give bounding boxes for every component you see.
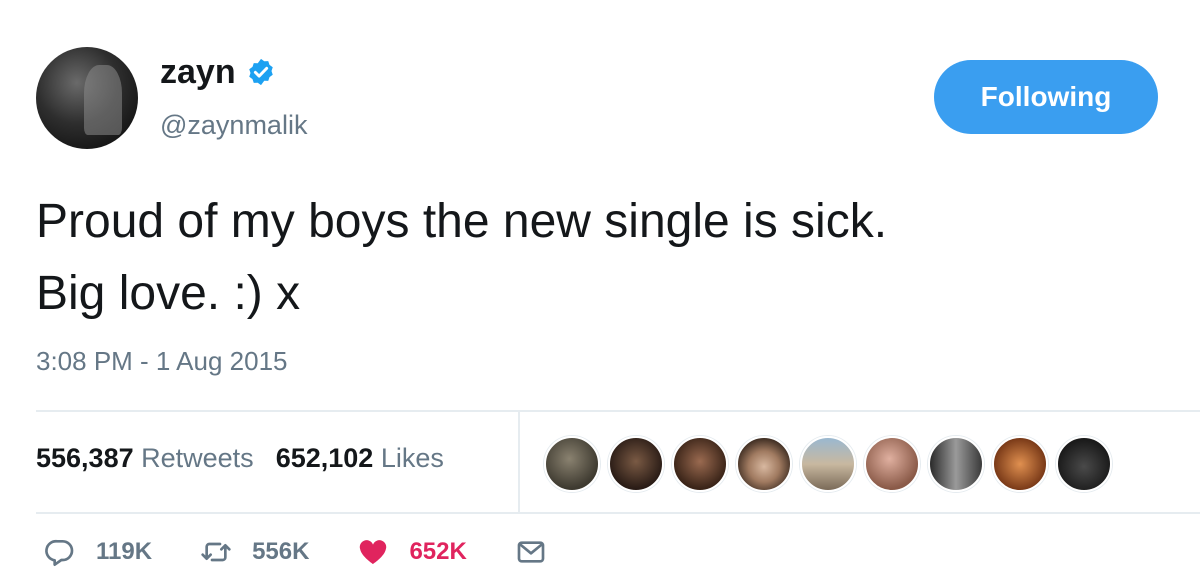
- divider: [36, 512, 1200, 514]
- reply-button[interactable]: 119K: [44, 536, 152, 568]
- liker-avatar[interactable]: [544, 436, 600, 492]
- liker-avatar[interactable]: [992, 436, 1048, 492]
- liker-avatar[interactable]: [736, 436, 792, 492]
- liker-avatar[interactable]: [800, 436, 856, 492]
- likes-label: Likes: [380, 443, 444, 473]
- envelope-icon: [517, 541, 545, 563]
- retweet-icon: [201, 542, 231, 562]
- liker-avatars: [544, 436, 1112, 492]
- likes-count: 652,102: [275, 443, 374, 473]
- retweet-count: 556K: [252, 538, 310, 565]
- engagement-stats: 556,387 Retweets 652,102 Likes: [36, 443, 444, 474]
- tweet-text: Proud of my boys the new single is sick.…: [36, 195, 888, 320]
- user-handle[interactable]: @zaynmalik: [160, 110, 307, 141]
- liker-avatar[interactable]: [1056, 436, 1112, 492]
- direct-message-button[interactable]: [515, 536, 567, 568]
- stats-divider: [518, 412, 520, 512]
- verified-badge-icon: [248, 58, 273, 86]
- user-name[interactable]: zayn: [160, 52, 236, 92]
- retweet-button[interactable]: 556K: [200, 536, 309, 568]
- divider: [36, 410, 1200, 412]
- like-button[interactable]: 652K: [357, 536, 467, 568]
- liker-avatar[interactable]: [928, 436, 984, 492]
- like-count: 652K: [409, 538, 467, 565]
- user-name-row: zayn: [160, 52, 276, 92]
- liker-avatar[interactable]: [864, 436, 920, 492]
- liker-avatar[interactable]: [672, 436, 728, 492]
- tweet-actions: 119K 556K 652K: [44, 536, 615, 568]
- reply-icon: [45, 539, 74, 566]
- retweets-count: 556,387: [36, 443, 134, 473]
- tweet-timestamp[interactable]: 3:08 PM - 1 Aug 2015: [36, 346, 288, 377]
- retweets-stat[interactable]: 556,387 Retweets: [36, 443, 254, 474]
- reply-count: 119K: [96, 538, 153, 565]
- heart-icon: [360, 540, 387, 564]
- liker-avatar[interactable]: [608, 436, 664, 492]
- profile-avatar[interactable]: [36, 47, 138, 149]
- following-button[interactable]: Following: [934, 60, 1158, 134]
- retweets-label: Retweets: [141, 443, 254, 473]
- likes-stat[interactable]: 652,102 Likes: [276, 443, 444, 474]
